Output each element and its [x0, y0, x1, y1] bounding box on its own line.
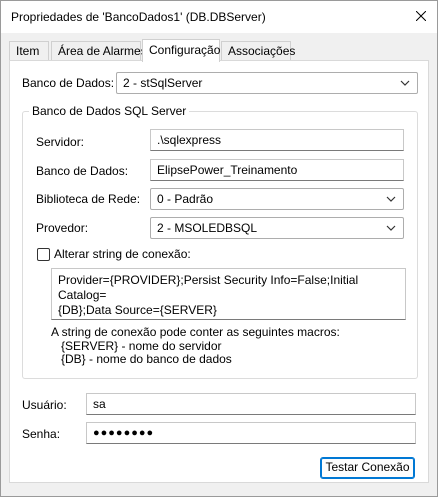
user-input-value: sa [93, 397, 106, 411]
connection-string-line: Provider={PROVIDER};Persist Security Inf… [58, 273, 359, 302]
chevron-down-icon [386, 196, 396, 202]
close-button[interactable] [405, 1, 437, 31]
database-select-value: 2 - stSqlServer [123, 76, 203, 90]
server-input[interactable]: .\sqlexpress [150, 129, 404, 151]
server-input-value: .\sqlexpress [157, 133, 222, 147]
password-input-value: ●●●●●●●● [93, 427, 155, 439]
group-title: Banco de Dados SQL Server [29, 104, 190, 118]
tab-area-de-alarmes[interactable]: Área de Alarmes [51, 41, 147, 61]
connection-string-textarea[interactable]: Provider={PROVIDER};Persist Security Inf… [51, 268, 406, 320]
dbname-input[interactable]: ElipsePower_Treinamento [150, 159, 404, 181]
chevron-down-icon [400, 80, 410, 86]
dbname-label: Banco de Dados: [36, 164, 129, 178]
properties-dialog: Propriedades de 'BancoDados1' (DB.DBServ… [0, 0, 438, 497]
provider-label: Provedor: [36, 221, 89, 235]
macros-intro: A string de conexão pode conter as segui… [51, 325, 340, 339]
server-label: Servidor: [36, 135, 85, 149]
close-icon [416, 11, 426, 21]
macro-server: {SERVER} - nome do servidor [61, 339, 222, 353]
title-bar[interactable]: Propriedades de 'BancoDados1' (DB.DBServ… [1, 1, 437, 33]
netlib-label: Biblioteca de Rede: [36, 192, 141, 206]
password-label: Senha: [22, 427, 61, 441]
provider-select[interactable]: 2 - MSOLEDBSQL [150, 217, 404, 239]
connection-string-text: Provider={PROVIDER};Persist Security Inf… [58, 273, 399, 318]
netlib-select-value: 0 - Padrão [157, 192, 214, 206]
connection-string-line: {DB};Data Source={SERVER} [58, 303, 217, 317]
database-label: Banco de Dados: [22, 76, 115, 90]
tab-associacoes[interactable]: Associações [221, 41, 295, 61]
user-input[interactable]: sa [86, 393, 416, 415]
alter-conn-label[interactable]: Alterar string de conexão: [54, 247, 191, 261]
alter-conn-checkbox[interactable] [37, 248, 50, 261]
netlib-select[interactable]: 0 - Padrão [150, 188, 404, 210]
chevron-down-icon [386, 225, 396, 231]
tab-item[interactable]: Item [9, 41, 49, 61]
configuration-panel: Banco de Dados: 2 - stSqlServer Banco de… [9, 60, 429, 483]
provider-select-value: 2 - MSOLEDBSQL [157, 221, 258, 235]
tab-configuracao[interactable]: Configuração [142, 39, 220, 62]
macro-db: {DB} - nome do banco de dados [61, 352, 232, 366]
database-select[interactable]: 2 - stSqlServer [116, 72, 418, 94]
dbname-input-value: ElipsePower_Treinamento [157, 163, 298, 177]
tab-strip: Item Área de Alarmes Configuração Associ… [9, 39, 429, 62]
user-label: Usuário: [22, 398, 67, 412]
password-input[interactable]: ●●●●●●●● [86, 422, 416, 444]
window-title: Propriedades de 'BancoDados1' (DB.DBServ… [11, 10, 266, 24]
test-connection-button[interactable]: Testar Conexão [320, 457, 415, 479]
